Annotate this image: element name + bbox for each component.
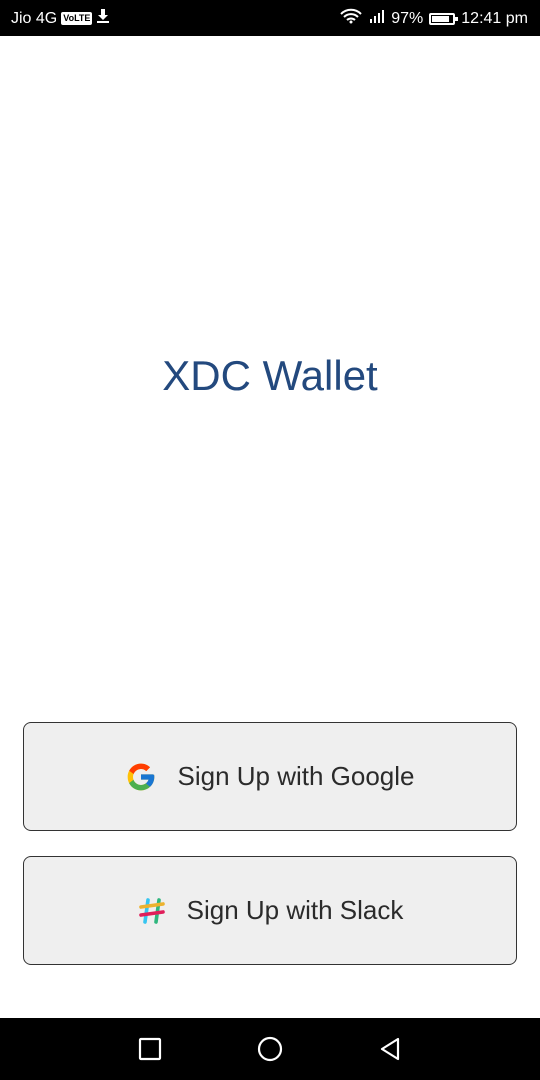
status-bar-right: 97% 12:41 pm	[339, 8, 528, 29]
slack-logo-icon	[137, 896, 167, 926]
battery-percent: 97%	[391, 9, 424, 27]
google-logo-icon	[125, 761, 157, 793]
download-icon	[96, 8, 110, 29]
sign-up-google-button[interactable]: Sign Up with Google	[23, 722, 517, 831]
wifi-icon	[339, 8, 363, 29]
back-triangle-icon[interactable]	[375, 1034, 405, 1064]
volte-badge: VoLTE	[61, 12, 93, 25]
sign-up-google-label: Sign Up with Google	[177, 761, 415, 791]
sign-up-slack-button[interactable]: Sign Up with Slack	[23, 856, 517, 965]
home-circle-icon[interactable]	[255, 1034, 285, 1064]
signal-icon	[369, 8, 385, 29]
sign-up-slack-label: Sign Up with Slack	[186, 895, 404, 925]
carrier-label: Jio 4G	[11, 9, 58, 27]
status-bar-left: Jio 4G VoLTE	[11, 8, 110, 29]
battery-icon	[429, 12, 459, 25]
recents-square-icon[interactable]	[135, 1034, 165, 1064]
clock: 12:41 pm	[461, 9, 528, 27]
navigation-bar	[0, 1018, 540, 1080]
status-bar: Jio 4G VoLTE 97% 12:41 pm	[0, 0, 540, 36]
app-title: XDC Wallet	[162, 352, 378, 399]
